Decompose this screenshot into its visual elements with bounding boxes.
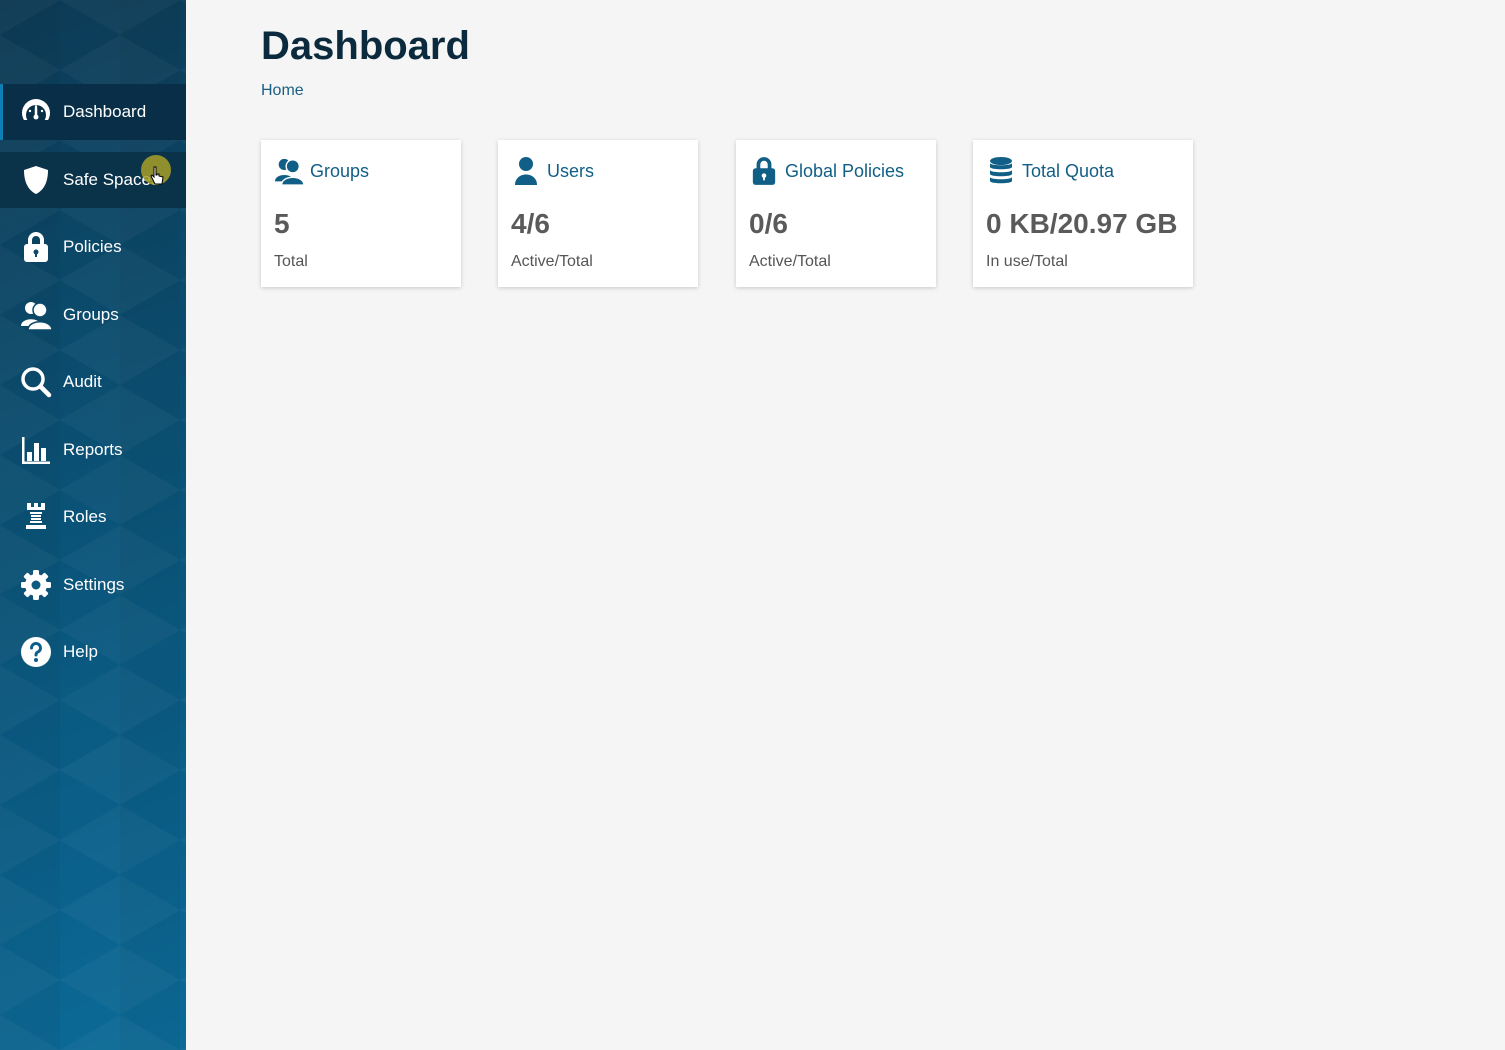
card-header: Total Quota <box>986 156 1114 186</box>
chess-rook-icon <box>20 501 52 533</box>
shield-icon <box>20 164 52 196</box>
sidebar-item-label: Settings <box>63 574 125 594</box>
card-title: Groups <box>310 160 370 181</box>
gauge-icon <box>20 96 52 128</box>
card-value: 5 <box>274 208 290 239</box>
sidebar-item-groups[interactable]: Groups <box>0 287 186 343</box>
sidebar-item-label: Reports <box>63 439 123 459</box>
breadcrumb-home-link[interactable]: Home <box>261 82 304 100</box>
card-header: Groups <box>274 156 369 186</box>
card-header: Global Policies <box>749 156 904 186</box>
card-value: 0/6 <box>749 208 788 239</box>
sidebar-item-label: Help <box>63 642 98 661</box>
card-value: 0 KB/20.97 GB <box>986 208 1178 239</box>
question-circle-icon <box>20 636 52 668</box>
sidebar-item-label: Audit <box>63 372 102 391</box>
card-caption: Active/Total <box>511 253 593 270</box>
total-quota-card[interactable]: Total Quota 0 KB/20.97 GB In use/Total <box>973 140 1193 287</box>
sidebar-item-label: Policies <box>63 237 122 256</box>
card-title: Total Quota <box>1022 160 1115 181</box>
global-policies-card[interactable]: Global Policies 0/6 Active/Total <box>736 140 936 287</box>
sidebar-item-policies[interactable]: Policies <box>0 219 186 275</box>
users-icon <box>20 299 52 331</box>
gear-icon <box>20 569 52 601</box>
database-icon <box>986 156 1016 186</box>
hand-cursor-icon <box>150 166 164 185</box>
sidebar-item-roles[interactable]: Roles <box>0 489 186 545</box>
main-content: Dashboard Home Groups 5 Total Users 4/6 … <box>186 0 1505 1050</box>
lock-icon <box>20 231 52 263</box>
sidebar-item-label: Roles <box>63 507 107 526</box>
sidebar-item-label: Groups <box>63 304 119 324</box>
sidebar-item-help[interactable]: Help <box>0 624 186 680</box>
sidebar-item-dashboard[interactable]: Dashboard <box>0 84 186 140</box>
card-title: Users <box>547 160 595 181</box>
sidebar-item-label: Dashboard <box>63 102 147 121</box>
sidebar: Dashboard Safe Spaces Policies Groups Au… <box>0 0 186 1050</box>
bar-chart-icon <box>20 434 52 466</box>
card-value: 4/6 <box>511 208 550 239</box>
card-caption: Total <box>274 253 308 270</box>
card-caption: Active/Total <box>749 253 831 270</box>
magnifier-icon <box>20 366 52 398</box>
sidebar-item-settings[interactable]: Settings <box>0 557 186 613</box>
card-caption: In use/Total <box>986 253 1068 270</box>
groups-card[interactable]: Groups 5 Total <box>261 140 461 287</box>
users-icon <box>274 156 304 186</box>
user-icon <box>511 156 541 186</box>
card-header: Users <box>511 156 594 186</box>
users-card[interactable]: Users 4/6 Active/Total <box>498 140 698 287</box>
page-title: Dashboard <box>261 24 470 68</box>
card-title: Global Policies <box>785 160 905 181</box>
sidebar-item-audit[interactable]: Audit <box>0 354 186 410</box>
sidebar-item-reports[interactable]: Reports <box>0 422 186 478</box>
lock-icon <box>749 156 779 186</box>
